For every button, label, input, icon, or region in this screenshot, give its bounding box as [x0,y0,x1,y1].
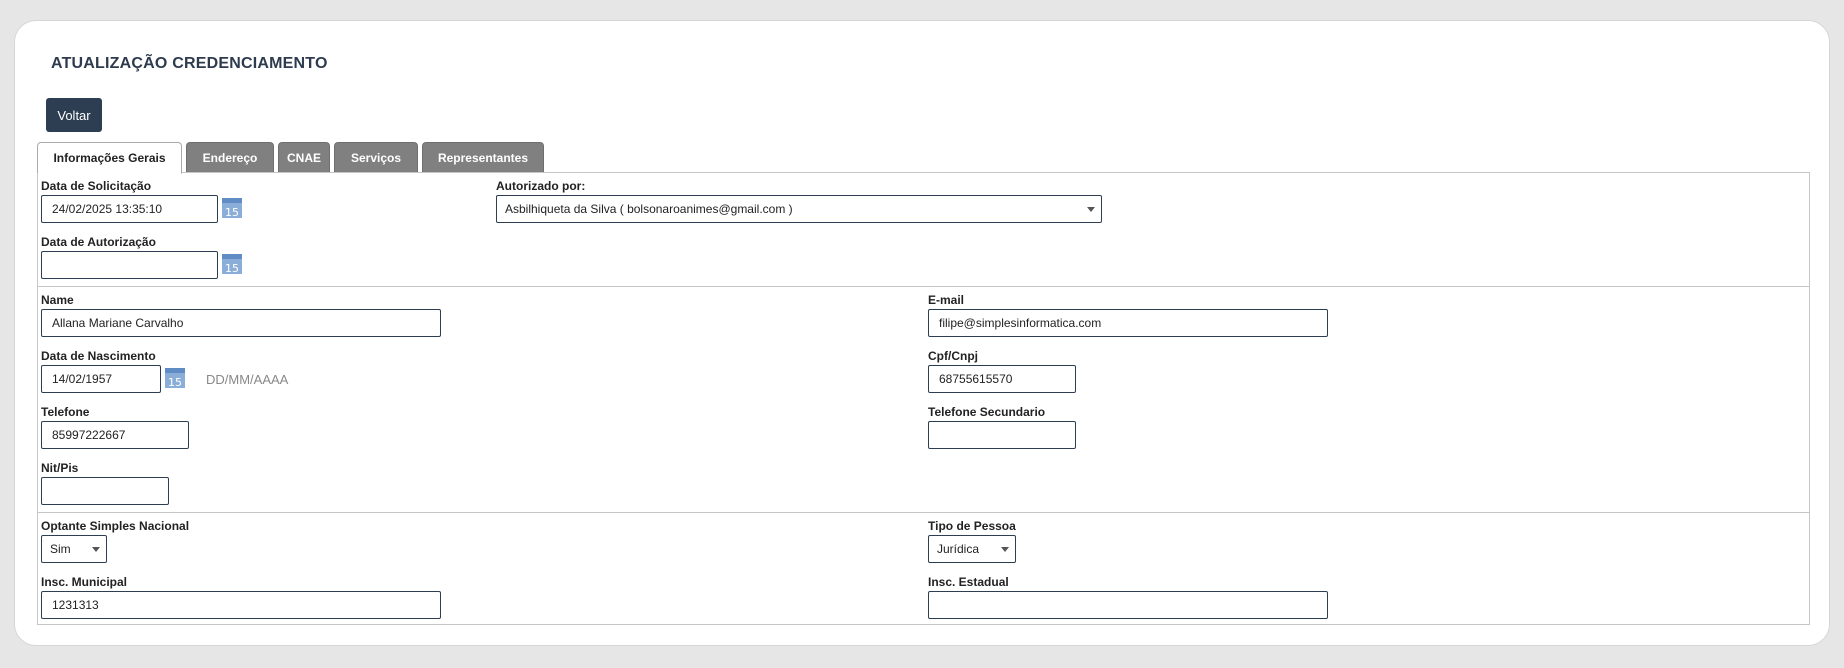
cpf-input[interactable] [928,365,1076,393]
insc-estadual-input[interactable] [928,591,1328,619]
simples-label: Optante Simples Nacional [41,519,190,533]
calendar-icon[interactable]: 15 [221,253,243,275]
tab-informacoes-gerais[interactable]: Informações Gerais [37,142,182,174]
insc-estadual-label: Insc. Estadual [928,575,1009,589]
solicitacao-label: Data de Solicitação [41,179,152,193]
tipo-pessoa-select[interactable]: Jurídica [928,535,1016,563]
tab-cnae[interactable]: CNAE [278,142,330,173]
telefone-secundario-input[interactable] [928,421,1076,449]
back-button[interactable]: Voltar [46,98,102,132]
nit-input[interactable] [41,477,169,505]
tipo-pessoa-value: Jurídica [937,542,980,556]
date-format-hint: DD/MM/AAAA [206,372,289,387]
telefone-input[interactable] [41,421,189,449]
autorizacao-label: Data de Autorização [41,235,156,249]
simples-value: Sim [50,542,71,556]
telefone-label: Telefone [41,405,90,419]
nit-label: Nit/Pis [41,461,79,475]
section-divider [38,286,1809,287]
svg-text:15: 15 [225,206,239,219]
calendar-icon[interactable]: 15 [221,197,243,219]
telefone-secundario-label: Telefone Secundario [928,405,1046,419]
nascimento-label: Data de Nascimento [41,349,156,363]
tab-representantes[interactable]: Representantes [422,142,544,173]
name-input[interactable] [41,309,441,337]
chevron-down-icon [1001,547,1009,552]
autorizado-label: Autorizado por: [496,179,586,193]
solicitacao-date-input[interactable] [41,195,218,223]
main-card: ATUALIZAÇÃO CREDENCIAMENTO Voltar Inform… [14,20,1830,646]
autorizado-value: Asbilhiqueta da Silva ( bolsonaroanimes@… [505,202,793,216]
chevron-down-icon [92,547,100,552]
simples-select[interactable]: Sim [41,535,107,563]
calendar-icon[interactable]: 15 [164,367,186,389]
page-title: ATUALIZAÇÃO CREDENCIAMENTO [51,55,328,72]
email-input[interactable] [928,309,1328,337]
tipo-pessoa-label: Tipo de Pessoa [928,519,1016,533]
tab-endereco[interactable]: Endereço [186,142,274,173]
chevron-down-icon [1087,207,1095,212]
svg-text:15: 15 [168,376,182,389]
nascimento-date-input[interactable] [41,365,161,393]
insc-municipal-input[interactable] [41,591,441,619]
section-divider [38,512,1809,513]
autorizado-select[interactable]: Asbilhiqueta da Silva ( bolsonaroanimes@… [496,195,1102,223]
insc-municipal-label: Insc. Municipal [41,575,128,589]
form-panel: Data de Solicitação 15 Autorizado por: A… [37,172,1810,625]
autorizacao-date-input[interactable] [41,251,218,279]
name-label: Name [41,293,74,307]
tab-servicos[interactable]: Serviços [334,142,418,173]
cpf-label: Cpf/Cnpj [928,349,978,363]
email-label: E-mail [928,293,965,307]
svg-text:15: 15 [225,262,239,275]
